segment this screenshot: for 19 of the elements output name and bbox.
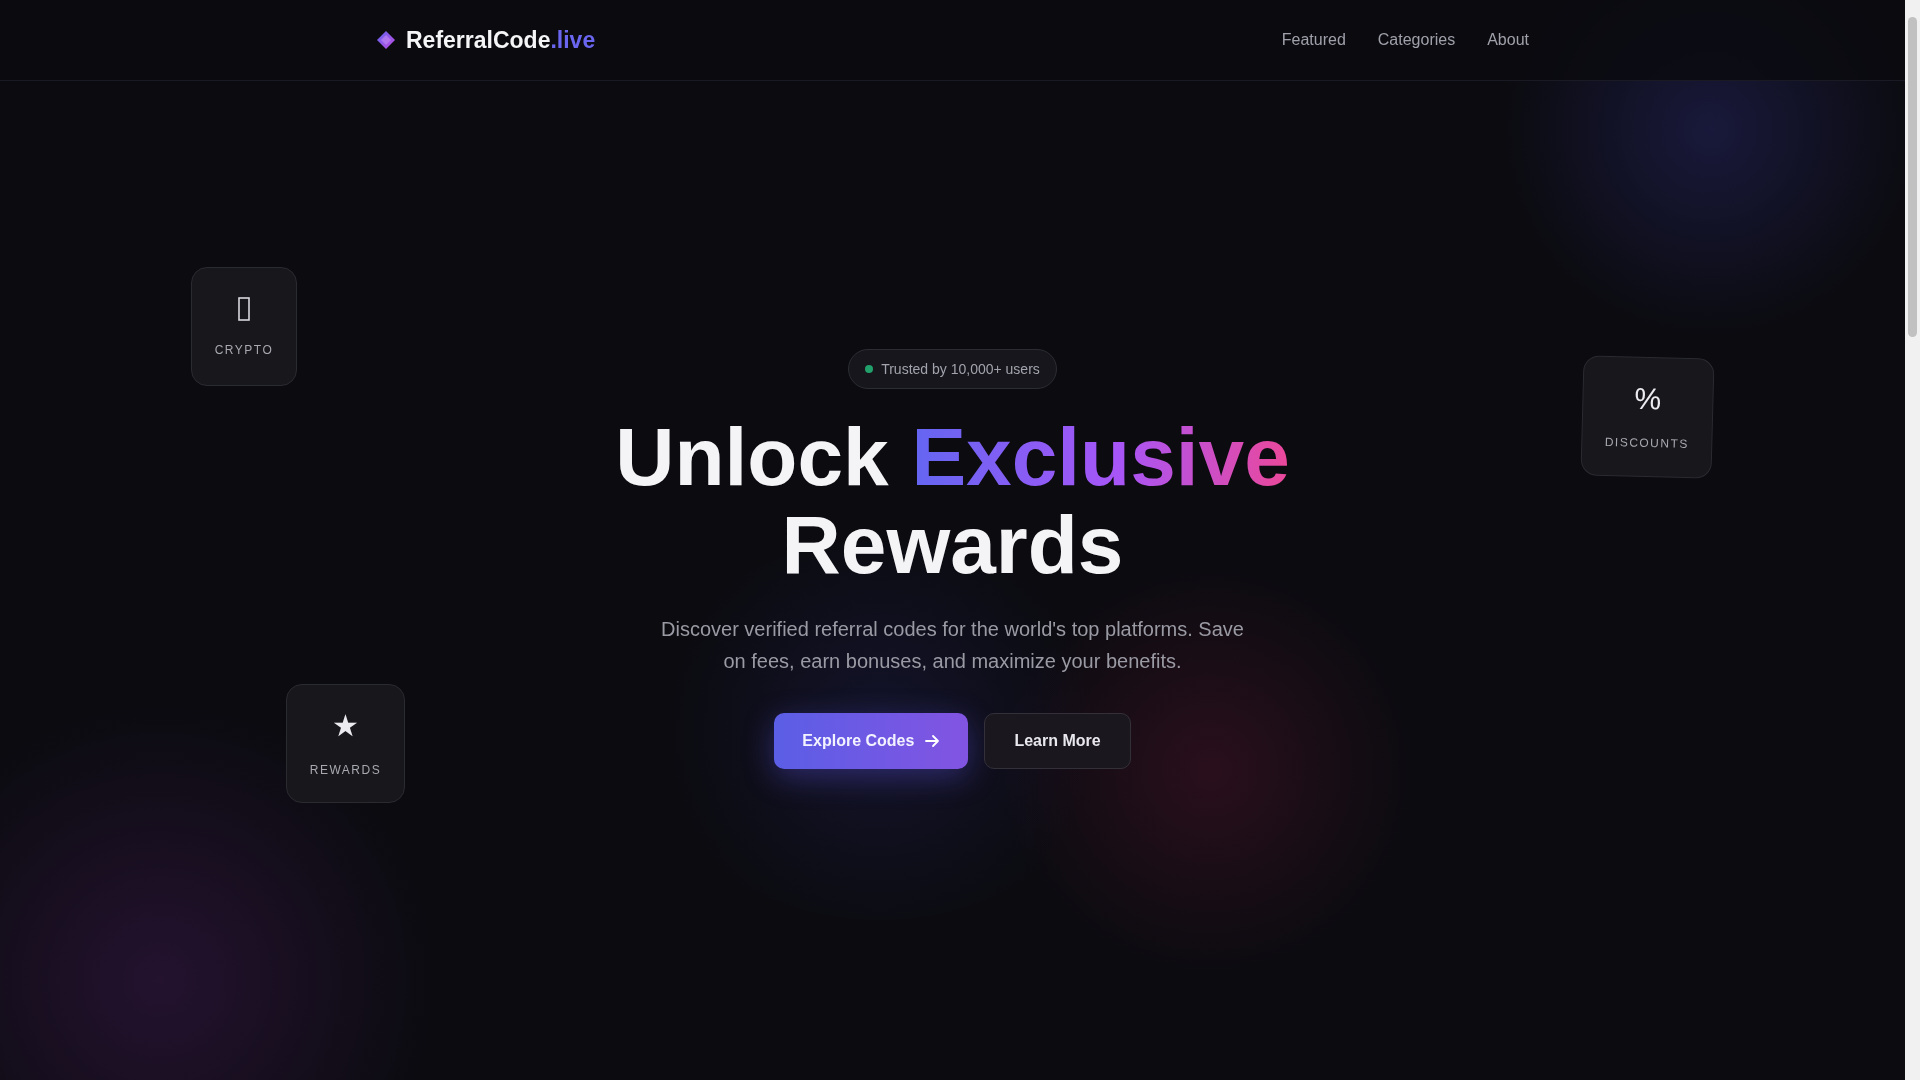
site-logo[interactable]: ReferralCode.live (376, 26, 596, 54)
nav-link[interactable]: Categories (1377, 31, 1456, 49)
card-symbol: % (1634, 383, 1662, 415)
scrollbar[interactable] (1905, 0, 1920, 1080)
missing-glyph-icon (238, 296, 250, 321)
diamond-icon (376, 30, 396, 50)
hero-title: Unlock Exclusive Rewards (615, 413, 1290, 589)
card-label: REWARDS (309, 762, 382, 777)
badge-text: Trusted by 10,000+ users (881, 361, 1040, 377)
nav-link[interactable]: Featured (1281, 31, 1346, 49)
arrow-right-icon (924, 733, 941, 749)
scrollbar-thumb[interactable] (1908, 17, 1917, 337)
card-label: DISCOUNTS (1604, 434, 1690, 452)
hero-subtitle: Discover verified referral codes for the world's top platforms. Save on fees, earn bonuses, and maximize your benefits. (660, 617, 1245, 674)
learn-more-button[interactable]: Learn More (984, 713, 1131, 769)
explore-button[interactable]: Explore Codes (774, 713, 969, 769)
card-label: CRYPTO (214, 342, 274, 357)
nav-link[interactable]: About (1487, 31, 1529, 49)
card-symbol: ★ (332, 710, 359, 741)
